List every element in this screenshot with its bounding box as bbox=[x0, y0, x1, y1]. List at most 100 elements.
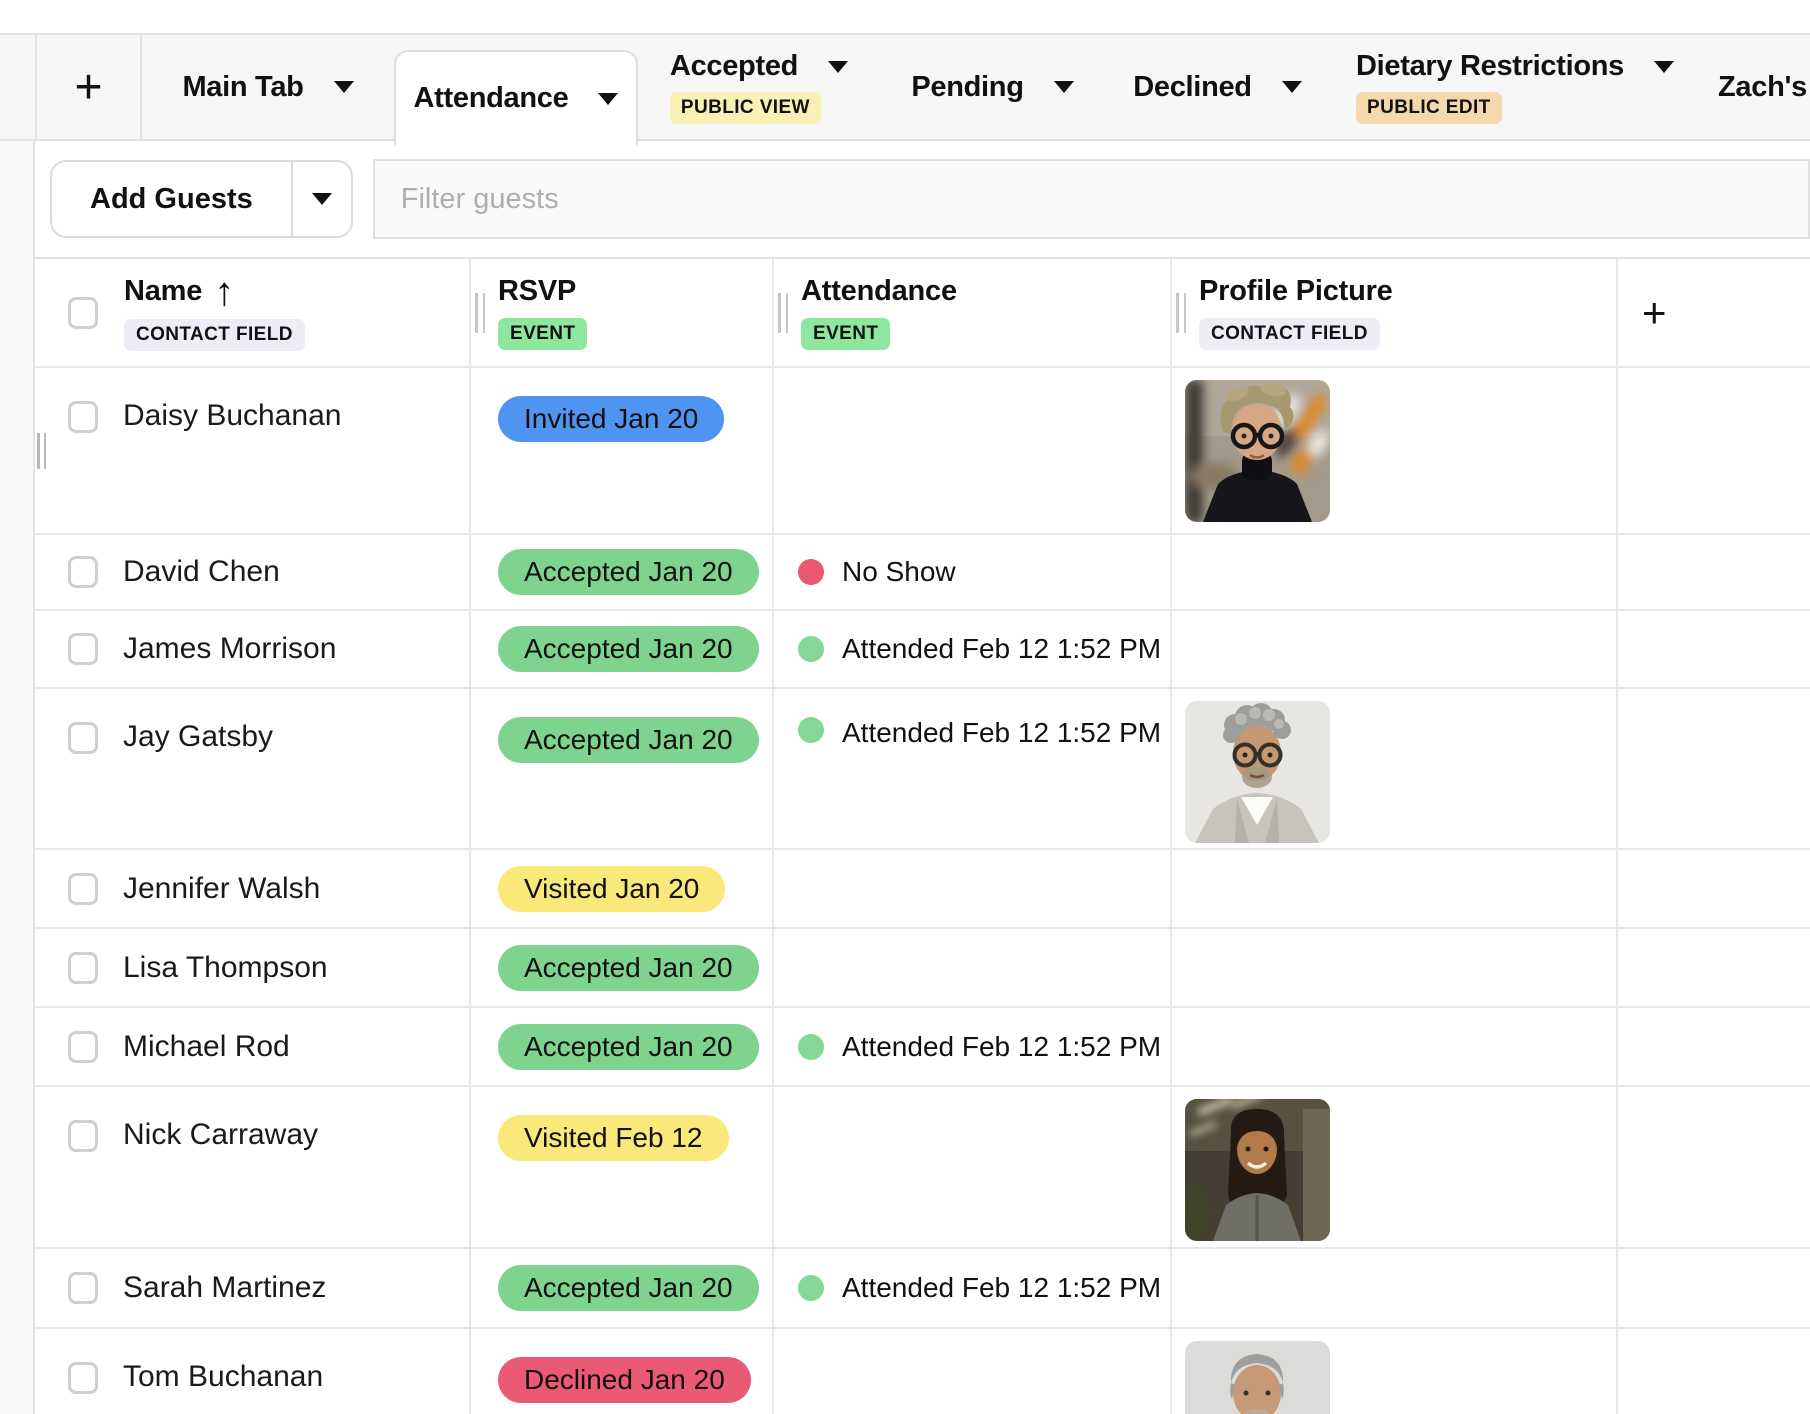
rsvp-pill[interactable]: Declined Jan 20 bbox=[498, 1357, 751, 1403]
profile-picture-cell[interactable] bbox=[1172, 1249, 1618, 1327]
attendance-cell[interactable]: Attended Feb 12 1:52 PM bbox=[774, 1008, 1172, 1085]
profile-photo[interactable] bbox=[1185, 701, 1330, 843]
table-row: Tom Buchanan Declined Jan 20 bbox=[35, 1329, 1810, 1414]
rsvp-cell[interactable]: Invited Jan 20 bbox=[471, 368, 774, 533]
add-column-cell[interactable] bbox=[1618, 689, 1810, 848]
add-column-cell[interactable] bbox=[1618, 850, 1810, 927]
rsvp-pill[interactable]: Accepted Jan 20 bbox=[498, 717, 759, 763]
row-checkbox[interactable] bbox=[68, 401, 98, 433]
rsvp-pill[interactable]: Accepted Jan 20 bbox=[498, 626, 759, 672]
name-cell[interactable]: Nick Carraway bbox=[35, 1087, 471, 1247]
column-drag-handle[interactable] bbox=[1176, 293, 1186, 333]
filter-guests-input[interactable] bbox=[373, 159, 1810, 239]
row-checkbox[interactable] bbox=[68, 952, 98, 984]
profile-picture-cell[interactable] bbox=[1172, 689, 1618, 848]
select-all-checkbox[interactable] bbox=[68, 297, 98, 329]
column-header-attendance[interactable]: Attendance EVENT bbox=[774, 259, 1172, 366]
profile-picture-cell[interactable] bbox=[1172, 1087, 1618, 1247]
profile-picture-cell[interactable] bbox=[1172, 929, 1618, 1006]
table-row: Jennifer Walsh Visited Jan 20 bbox=[35, 850, 1810, 929]
add-column-cell[interactable] bbox=[1618, 1087, 1810, 1247]
tab-declined[interactable]: Declined bbox=[1105, 35, 1330, 139]
tab-zachs[interactable]: Zach's G bbox=[1700, 35, 1810, 139]
attendance-cell[interactable] bbox=[774, 368, 1172, 533]
row-checkbox[interactable] bbox=[68, 1120, 98, 1152]
add-column-cell[interactable] bbox=[1618, 535, 1810, 609]
rsvp-pill[interactable]: Visited Feb 12 bbox=[498, 1115, 729, 1161]
rsvp-cell[interactable]: Visited Jan 20 bbox=[471, 850, 774, 927]
profile-photo[interactable] bbox=[1185, 380, 1330, 522]
add-column-button[interactable]: + bbox=[1618, 259, 1810, 366]
rsvp-pill[interactable]: Accepted Jan 20 bbox=[498, 1024, 759, 1070]
profile-photo[interactable] bbox=[1185, 1099, 1330, 1241]
attendance-cell[interactable] bbox=[774, 929, 1172, 1006]
name-cell[interactable]: Sarah Martinez bbox=[35, 1249, 471, 1327]
rsvp-pill[interactable]: Invited Jan 20 bbox=[498, 396, 724, 442]
rsvp-cell[interactable]: Visited Feb 12 bbox=[471, 1087, 774, 1247]
tab-pending[interactable]: Pending bbox=[880, 35, 1105, 139]
add-column-cell[interactable] bbox=[1618, 368, 1810, 533]
column-drag-handle[interactable] bbox=[778, 293, 788, 333]
name-cell[interactable]: Michael Rod bbox=[35, 1008, 471, 1085]
event-badge: EVENT bbox=[498, 318, 587, 350]
rsvp-pill[interactable]: Visited Jan 20 bbox=[498, 866, 725, 912]
row-checkbox[interactable] bbox=[68, 1031, 98, 1063]
add-column-cell[interactable] bbox=[1618, 611, 1810, 687]
attendance-cell[interactable] bbox=[774, 1087, 1172, 1247]
add-column-cell[interactable] bbox=[1618, 1008, 1810, 1085]
attendance-cell[interactable] bbox=[774, 1329, 1172, 1414]
profile-picture-cell[interactable] bbox=[1172, 850, 1618, 927]
attendance-cell[interactable]: Attended Feb 12 1:52 PM bbox=[774, 1249, 1172, 1327]
attendance-cell[interactable]: Attended Feb 12 1:52 PM bbox=[774, 611, 1172, 687]
chevron-down-icon bbox=[1654, 61, 1674, 73]
profile-picture-cell[interactable] bbox=[1172, 368, 1618, 533]
profile-picture-cell[interactable] bbox=[1172, 1329, 1618, 1414]
row-checkbox[interactable] bbox=[68, 633, 98, 665]
attendance-cell[interactable] bbox=[774, 850, 1172, 927]
name-cell[interactable]: Tom Buchanan bbox=[35, 1329, 471, 1414]
name-cell[interactable]: James Morrison bbox=[35, 611, 471, 687]
add-guests-dropdown-button[interactable] bbox=[291, 162, 351, 236]
tab-dietary-restrictions[interactable]: Dietary Restrictions PUBLIC EDIT bbox=[1330, 35, 1700, 139]
column-drag-handle[interactable] bbox=[475, 293, 485, 333]
row-checkbox[interactable] bbox=[68, 1272, 98, 1304]
row-checkbox[interactable] bbox=[68, 556, 98, 588]
add-column-cell[interactable] bbox=[1618, 1249, 1810, 1327]
profile-picture-cell[interactable] bbox=[1172, 611, 1618, 687]
new-tab-button[interactable]: + bbox=[35, 35, 142, 139]
column-header-profile-picture[interactable]: Profile Picture CONTACT FIELD bbox=[1172, 259, 1618, 366]
rsvp-cell[interactable]: Accepted Jan 20 bbox=[471, 689, 774, 848]
name-cell[interactable]: Jay Gatsby bbox=[35, 689, 471, 848]
rsvp-pill[interactable]: Accepted Jan 20 bbox=[498, 549, 759, 595]
profile-photo[interactable] bbox=[1185, 1341, 1330, 1414]
rsvp-pill[interactable]: Accepted Jan 20 bbox=[498, 1265, 759, 1311]
name-cell[interactable]: Daisy Buchanan bbox=[35, 368, 471, 533]
tab-attendance[interactable]: Attendance bbox=[394, 50, 638, 145]
rsvp-cell[interactable]: Accepted Jan 20 bbox=[471, 1008, 774, 1085]
name-cell[interactable]: David Chen bbox=[35, 535, 471, 609]
add-column-cell[interactable] bbox=[1618, 929, 1810, 1006]
row-checkbox[interactable] bbox=[68, 722, 98, 754]
rsvp-cell[interactable]: Accepted Jan 20 bbox=[471, 535, 774, 609]
name-cell[interactable]: Jennifer Walsh bbox=[35, 850, 471, 927]
rsvp-cell[interactable]: Accepted Jan 20 bbox=[471, 611, 774, 687]
rsvp-cell[interactable]: Declined Jan 20 bbox=[471, 1329, 774, 1414]
row-checkbox[interactable] bbox=[68, 1362, 98, 1394]
add-column-cell[interactable] bbox=[1618, 1329, 1810, 1414]
name-cell[interactable]: Lisa Thompson bbox=[35, 929, 471, 1006]
chevron-down-icon bbox=[312, 193, 332, 205]
attendance-cell[interactable]: Attended Feb 12 1:52 PM bbox=[774, 689, 1172, 848]
rsvp-cell[interactable]: Accepted Jan 20 bbox=[471, 1249, 774, 1327]
rsvp-cell[interactable]: Accepted Jan 20 bbox=[471, 929, 774, 1006]
profile-picture-cell[interactable] bbox=[1172, 535, 1618, 609]
add-guests-button[interactable]: Add Guests bbox=[52, 162, 291, 236]
attendance-cell[interactable]: No Show bbox=[774, 535, 1172, 609]
rsvp-pill[interactable]: Accepted Jan 20 bbox=[498, 945, 759, 991]
tab-main-tab[interactable]: Main Tab bbox=[142, 35, 394, 139]
row-checkbox[interactable] bbox=[68, 873, 98, 905]
tab-accepted[interactable]: Accepted PUBLIC VIEW bbox=[638, 35, 880, 139]
row-drag-handle[interactable] bbox=[37, 433, 46, 469]
profile-picture-cell[interactable] bbox=[1172, 1008, 1618, 1085]
column-header-rsvp[interactable]: RSVP EVENT bbox=[471, 259, 774, 366]
column-header-name[interactable]: Name ↑ CONTACT FIELD bbox=[35, 259, 471, 366]
